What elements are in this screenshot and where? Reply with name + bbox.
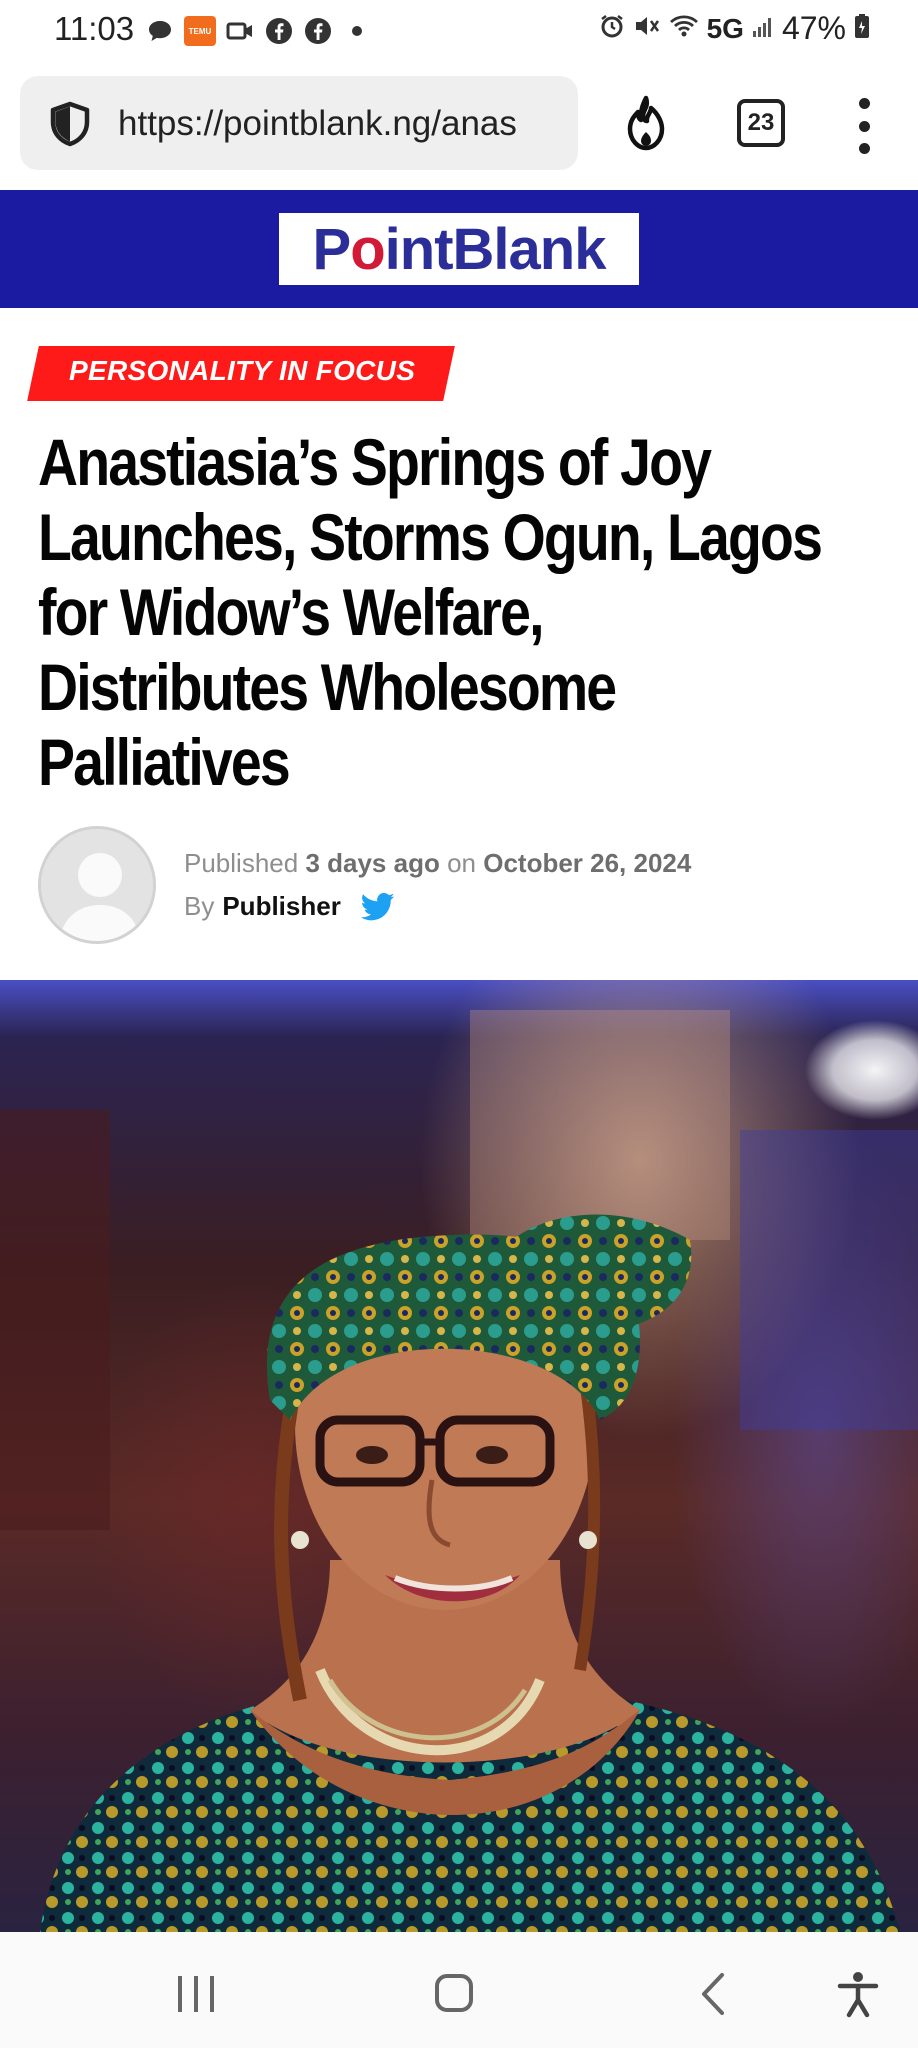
video-icon — [225, 16, 255, 46]
category-label[interactable]: PERSONALITY IN FOCUS — [69, 355, 415, 387]
site-logo[interactable]: Po intBlank — [279, 213, 639, 285]
url-text[interactable]: https://pointblank.ng/anas — [118, 104, 573, 144]
published-relative: 3 days ago — [305, 848, 440, 878]
accessibility-icon[interactable] — [836, 1970, 880, 2018]
shield-icon[interactable] — [46, 100, 94, 148]
back-icon[interactable] — [700, 1972, 726, 2016]
author-avatar[interactable] — [38, 826, 156, 944]
alarm-icon — [599, 10, 625, 47]
author-link[interactable]: Publisher — [222, 891, 340, 922]
status-bar: 11:03 TEMU 5G 47% — [0, 0, 918, 62]
article-headline: Anastiasia’s Springs of Joy Launches, St… — [38, 425, 886, 800]
fire-icon[interactable] — [620, 94, 672, 154]
address-bar[interactable]: https://pointblank.ng/anas — [20, 76, 578, 170]
headline-line: Launches, Storms Ogun, Lagos — [38, 500, 823, 574]
logo-text-rest: intBlank — [384, 216, 607, 282]
publish-info: Published 3 days ago on October 26, 2024 — [184, 848, 691, 879]
published-date: October 26, 2024 — [483, 848, 692, 878]
battery-text: 47% — [781, 10, 846, 46]
article-hero-image[interactable] — [0, 980, 918, 1932]
temu-app-icon: TEMU — [184, 16, 216, 46]
by-label: By — [184, 891, 215, 921]
logo-text-p: P — [312, 216, 352, 282]
byline: By Publisher — [184, 891, 395, 922]
wifi-icon — [669, 10, 699, 47]
status-time: 11:03 — [54, 10, 135, 47]
notification-icons: TEMU — [145, 16, 372, 46]
portrait-illustration — [0, 1010, 918, 1932]
mute-icon — [633, 10, 661, 47]
battery-icon — [854, 10, 870, 47]
published-on: on — [447, 848, 476, 878]
status-right: 5G 47% — [599, 10, 870, 47]
home-icon[interactable] — [435, 1974, 473, 2012]
browser-toolbar: https://pointblank.ng/anas 23 — [0, 62, 918, 190]
published-prefix: Published — [184, 848, 299, 878]
headline-line: Distributes Wholesome — [38, 650, 617, 724]
headline-line: Palliatives — [38, 725, 291, 799]
temu-label: TEMU — [188, 26, 212, 36]
facebook-icon — [303, 16, 333, 46]
site-header: Po intBlank — [0, 190, 918, 308]
dot-icon — [342, 16, 372, 46]
facebook-icon — [264, 16, 294, 46]
tab-count: 23 — [747, 109, 775, 136]
chat-bubble-icon — [145, 16, 175, 46]
headline-line: Anastiasia’s Springs of Joy — [38, 425, 712, 499]
logo-text-o: o — [350, 216, 385, 282]
network-label: 5G — [706, 12, 744, 44]
signal-icon — [752, 10, 774, 47]
tab-switcher-button[interactable]: 23 — [737, 99, 785, 147]
twitter-icon[interactable] — [360, 892, 395, 922]
headline-line: for Widow’s Welfare, — [38, 575, 545, 649]
more-menu-icon[interactable] — [850, 98, 878, 154]
system-nav-bar — [0, 1932, 918, 2048]
recents-icon[interactable] — [178, 1976, 214, 2012]
